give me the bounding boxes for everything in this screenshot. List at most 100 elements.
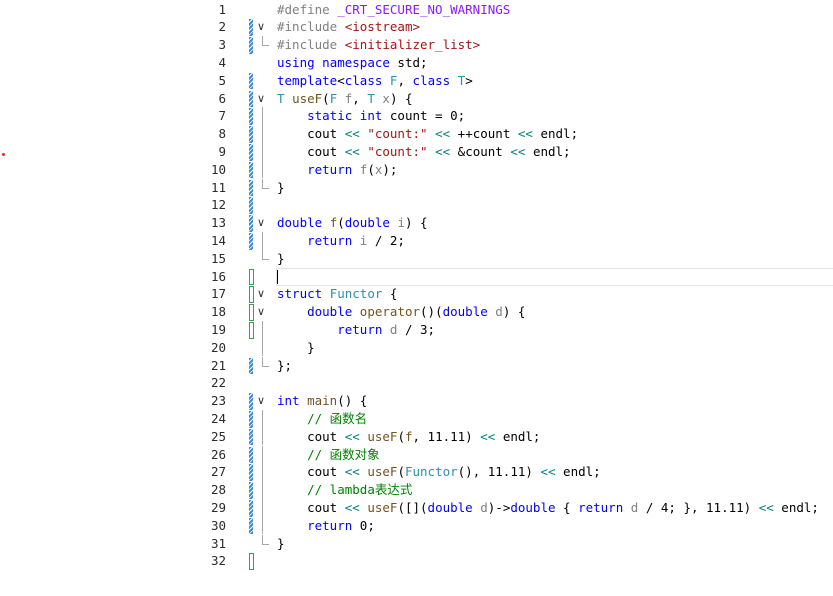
code-token: d xyxy=(480,499,488,515)
code-line[interactable]: 31} xyxy=(0,534,833,553)
code-text[interactable]: return i / 2; xyxy=(277,232,405,250)
code-text[interactable]: struct Functor { xyxy=(277,285,397,303)
code-line[interactable]: 29 cout << useF([](double d)->double { r… xyxy=(0,498,833,517)
fold-guide xyxy=(262,125,263,143)
code-text[interactable]: // lambda表达式 xyxy=(277,481,412,499)
code-line[interactable]: 4 using namespace std; xyxy=(0,54,833,72)
code-text[interactable]: T useF(F f, T x) { xyxy=(277,90,413,108)
code-line[interactable]: 13 ∨ double f(double i) { xyxy=(0,214,833,232)
code-text[interactable]: return d / 3; xyxy=(277,321,435,339)
code-text[interactable]: cout << "count:" << &count << endl; xyxy=(277,143,571,161)
code-text[interactable]: double operator()(double d) { xyxy=(277,303,525,321)
code-token: f xyxy=(404,428,413,444)
code-line[interactable]: 14 return i / 2; xyxy=(0,231,833,250)
code-token: , xyxy=(397,72,413,88)
code-text[interactable]: cout << "count:" << ++count << endl; xyxy=(277,125,578,143)
line-number: 25 xyxy=(210,428,226,444)
code-text[interactable]: #define _CRT_SECURE_NO_WARNINGS xyxy=(277,1,510,19)
code-text[interactable]: return f(x); xyxy=(277,161,397,179)
code-token: return xyxy=(307,517,353,533)
code-text[interactable]: } xyxy=(277,250,285,268)
code-line[interactable]: 11} xyxy=(0,178,833,197)
code-line[interactable]: 20 } xyxy=(0,338,833,357)
code-line[interactable]: 24 // 函数名 xyxy=(0,409,833,428)
line-number: 11 xyxy=(210,179,226,195)
code-token: )-> xyxy=(487,499,511,515)
code-line[interactable]: 22 xyxy=(0,374,833,392)
code-text[interactable]: static int count = 0; xyxy=(277,107,465,125)
unsaved-change-marker xyxy=(249,143,253,161)
code-line[interactable]: 25 cout << useF(f, 11.11) << endl; xyxy=(0,427,833,446)
code-text[interactable]: cout << useF(f, 11.11) << endl; xyxy=(277,428,540,446)
code-text[interactable]: // 函数名 xyxy=(277,410,367,428)
code-token: std; xyxy=(389,54,428,70)
code-line[interactable]: 17 ∨ struct Functor { xyxy=(0,285,833,304)
code-line[interactable]: 18 ∨ double operator()(double d) { xyxy=(0,303,833,321)
line-number: 12 xyxy=(210,197,226,213)
line-number: 31 xyxy=(210,535,226,551)
code-text[interactable]: } xyxy=(277,339,315,357)
code-token: // lambda表达式 xyxy=(307,482,413,498)
code-text[interactable]: using namespace std; xyxy=(277,54,428,72)
code-line[interactable]: 15} xyxy=(0,249,833,268)
fold-chevron-icon[interactable]: ∨ xyxy=(257,18,269,36)
code-line[interactable]: 30 return 0; xyxy=(0,516,833,535)
code-line[interactable]: 1 #define _CRT_SECURE_NO_WARNINGS xyxy=(0,1,833,19)
code-line[interactable]: 5 template<class F, class T> xyxy=(0,72,833,90)
fold-guide xyxy=(262,142,263,161)
code-line[interactable]: 7 static int count = 0; xyxy=(0,107,833,126)
code-line[interactable]: 27 cout << useF(Functor(), 11.11) << end… xyxy=(0,463,833,482)
code-text[interactable]: // 函数对象 xyxy=(277,446,380,464)
code-line[interactable]: 2 ∨ #include <iostream> xyxy=(0,18,833,37)
fold-guide xyxy=(262,445,263,464)
code-line[interactable]: 12 xyxy=(0,196,833,215)
code-text[interactable]: }; xyxy=(277,357,292,375)
code-text[interactable]: template<class F, class T> xyxy=(277,72,473,90)
code-text[interactable]: } xyxy=(277,179,285,197)
code-text[interactable]: double f(double i) { xyxy=(277,214,428,232)
code-editor[interactable]: 1 #define _CRT_SECURE_NO_WARNINGS 2 ∨ #inclu… xyxy=(0,0,833,596)
fold-guide xyxy=(262,160,263,179)
code-text[interactable]: #include <initializer_list> xyxy=(277,36,480,54)
code-line[interactable]: 23 ∨ int main() { xyxy=(0,392,833,410)
fold-chevron-icon[interactable]: ∨ xyxy=(257,303,269,321)
line-number: 16 xyxy=(210,268,226,284)
code-line[interactable]: 6 ∨ T useF(F f, T x) { xyxy=(0,90,833,108)
line-number: 13 xyxy=(210,215,226,231)
code-line[interactable]: 8 cout << "count:" << ++count << endl; xyxy=(0,125,833,143)
fold-end-guide xyxy=(262,36,269,47)
code-line[interactable]: 9 cout << "count:" << &count << endl; xyxy=(0,142,833,161)
code-token: << xyxy=(435,143,451,159)
unsaved-change-marker xyxy=(249,161,253,179)
fold-guide xyxy=(262,498,263,517)
code-line[interactable]: 3 #include <initializer_list> xyxy=(0,36,833,54)
fold-chevron-icon[interactable]: ∨ xyxy=(257,214,269,232)
code-token: double xyxy=(344,215,390,231)
fold-chevron-icon[interactable]: ∨ xyxy=(257,285,269,303)
fold-chevron-icon[interactable]: ∨ xyxy=(257,90,269,108)
fold-chevron-icon[interactable]: ∨ xyxy=(257,392,269,410)
code-line[interactable]: 16 xyxy=(0,267,833,286)
code-token: endl; xyxy=(525,143,571,159)
code-text[interactable]: return 0; xyxy=(277,517,375,535)
line-number: 21 xyxy=(210,357,226,373)
code-line[interactable]: 26 // 函数对象 xyxy=(0,445,833,464)
code-text[interactable]: cout << useF(Functor(), 11.11) << endl; xyxy=(277,463,601,481)
code-token: return xyxy=(307,161,353,177)
line-number: 30 xyxy=(210,517,226,533)
code-text[interactable]: #include <iostream> xyxy=(277,18,420,36)
code-text[interactable]: } xyxy=(277,535,285,553)
code-line[interactable]: 21}; xyxy=(0,356,833,375)
code-line[interactable]: 19 return d / 3; xyxy=(0,320,833,339)
code-line[interactable]: 10 return f(x); xyxy=(0,160,833,179)
code-token: namespace xyxy=(322,54,390,70)
code-line[interactable]: 32 xyxy=(0,552,833,571)
code-text[interactable]: cout << useF([](double d)->double { retu… xyxy=(277,499,819,517)
code-text[interactable]: int main() { xyxy=(277,392,367,410)
code-line[interactable]: 28 // lambda表达式 xyxy=(0,481,833,499)
